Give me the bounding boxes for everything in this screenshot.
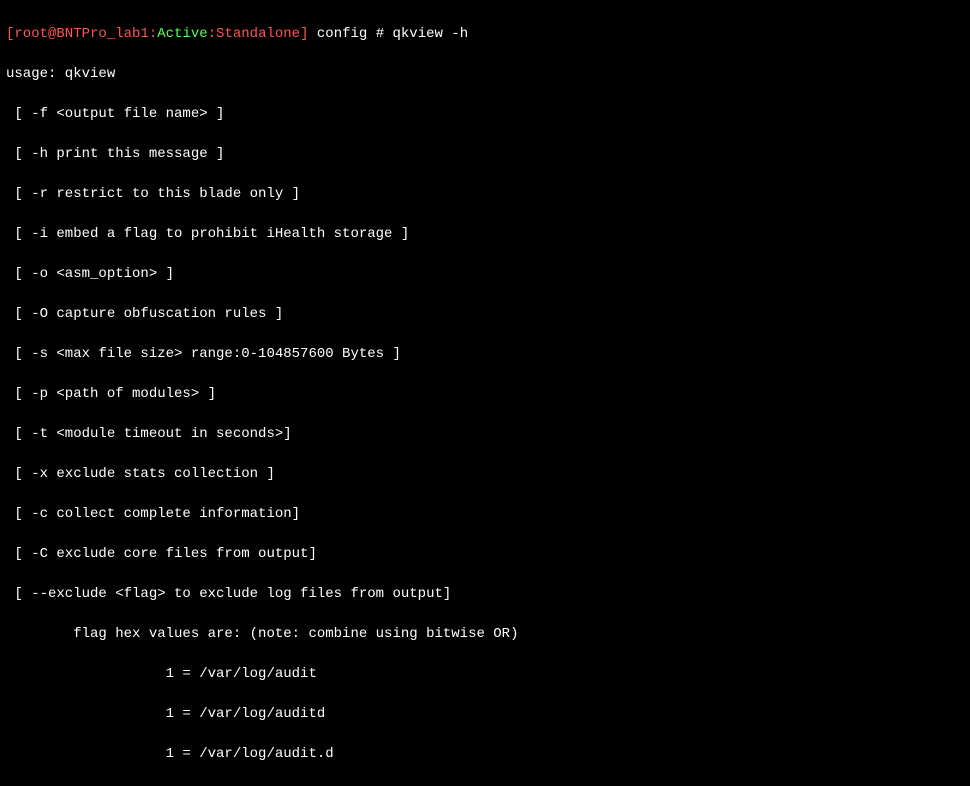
output-line: [ -x exclude stats collection ] [6, 464, 964, 484]
output-line: flag hex values are: (note: combine usin… [6, 624, 964, 644]
prompt-standalone: :Standalone] [208, 26, 309, 42]
prompt-userhost: [root@BNTPro_lab1: [6, 26, 157, 42]
output-line: [ -c collect complete information] [6, 504, 964, 524]
prompt-command: config # qkview -h [308, 26, 468, 42]
output-line: [ -i embed a flag to prohibit iHealth st… [6, 224, 964, 244]
output-line: 1 = /var/log/audit [6, 664, 964, 684]
output-line: [ -f <output file name> ] [6, 104, 964, 124]
terminal-viewport[interactable]: [root@BNTPro_lab1:Active:Standalone] con… [0, 0, 970, 786]
output-line: usage: qkview [6, 64, 964, 84]
prompt-active: Active [157, 26, 207, 42]
output-line: [ -C exclude core files from output] [6, 544, 964, 564]
output-line: 1 = /var/log/audit.d [6, 744, 964, 764]
output-line: [ --exclude <flag> to exclude log files … [6, 584, 964, 604]
output-line: [ -h print this message ] [6, 144, 964, 164]
output-line: [ -o <asm_option> ] [6, 264, 964, 284]
output-line: [ -s <max file size> range:0-104857600 B… [6, 344, 964, 364]
output-line: 1 = /var/log/auditd [6, 704, 964, 724]
prompt-line: [root@BNTPro_lab1:Active:Standalone] con… [6, 24, 964, 44]
output-line: [ -t <module timeout in seconds>] [6, 424, 964, 444]
output-line: [ -r restrict to this blade only ] [6, 184, 964, 204]
output-line: [ -p <path of modules> ] [6, 384, 964, 404]
output-line: [ -O capture obfuscation rules ] [6, 304, 964, 324]
